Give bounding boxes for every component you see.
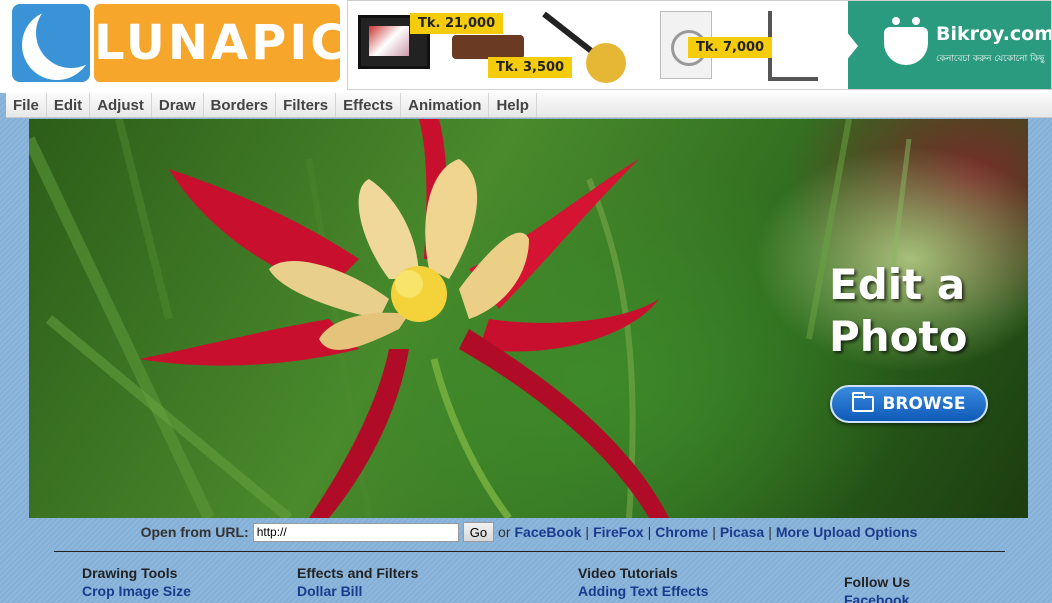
footer-link[interactable]: Dollar Bill (297, 583, 418, 601)
hero-flower-image: Edit a Photo BROWSE (29, 119, 1028, 518)
footer-column-video-tutorials: Video Tutorials Adding Text Effects (578, 565, 708, 601)
brand-tagline: কেনাবেচা করুন যেকোনো কিছু (936, 54, 1045, 64)
footer-column-drawing-tools: Drawing Tools Crop Image Size (82, 565, 191, 601)
logo-text: LUNAPIC (94, 4, 345, 82)
separator: | (712, 524, 716, 540)
hero-title-line1: Edit a (829, 260, 966, 309)
advertisement-banner[interactable]: Tk. 21,000 Tk. 3,500 Tk. 7,000 Bikroy.co… (347, 0, 1052, 90)
lunapic-logo[interactable]: LUNAPIC (12, 4, 345, 82)
separator: | (647, 524, 652, 540)
moon-logo-icon (12, 4, 90, 82)
more-upload-options-link[interactable]: More Upload Options (776, 524, 918, 540)
exercise-bike-image (768, 11, 818, 81)
footer-heading: Video Tutorials (578, 565, 678, 581)
footer-heading: Follow Us (844, 574, 911, 590)
hero-title-line2: Photo (829, 312, 968, 361)
menu-borders[interactable]: Borders (204, 93, 277, 117)
footer-heading: Drawing Tools (82, 565, 178, 581)
facebook-upload-link[interactable]: FaceBook (515, 524, 582, 540)
footer-link[interactable]: Crop Image Size (82, 583, 191, 601)
folder-icon (852, 392, 875, 412)
picasa-upload-link[interactable]: Picasa (720, 524, 764, 540)
menu-help[interactable]: Help (489, 93, 537, 117)
footer-column-effects: Effects and Filters Dollar Bill (297, 565, 418, 601)
menu-edit[interactable]: Edit (47, 93, 91, 117)
site-header: LUNAPIC Tk. 21,000 Tk. 3,500 Tk. 7,000 B… (0, 0, 1052, 93)
guitar-neck-image (542, 11, 594, 54)
divider (54, 551, 1005, 552)
chrome-upload-link[interactable]: Chrome (655, 524, 708, 540)
menu-file[interactable]: File (6, 93, 47, 117)
menu-bar: File Edit Adjust Draw Borders Filters Ef… (6, 93, 1052, 118)
browse-label: BROWSE (882, 394, 966, 414)
menu-draw[interactable]: Draw (152, 93, 204, 117)
open-from-url-row: Open from URL: Go or FaceBook | FireFox … (0, 521, 1052, 543)
open-from-url-label: Open from URL: (140, 524, 249, 540)
ad-brand-panel[interactable]: Bikroy.com কেনাবেচা করুন যেকোনো কিছু (846, 1, 1052, 89)
browse-button[interactable]: BROWSE (830, 385, 988, 423)
url-input[interactable] (252, 522, 459, 542)
menu-animation[interactable]: Animation (401, 93, 490, 117)
footer-link[interactable]: Facebook (844, 592, 910, 603)
smiley-brand-icon (884, 17, 928, 65)
footer-heading: Effects and Filters (297, 565, 419, 581)
separator: | (585, 524, 590, 540)
sofa-image (452, 35, 524, 59)
go-button[interactable]: Go (462, 522, 495, 542)
menu-adjust[interactable]: Adjust (90, 93, 152, 117)
price-tag: Tk. 21,000 (410, 13, 504, 34)
price-tag: Tk. 3,500 (488, 57, 573, 78)
guitar-image (586, 43, 626, 83)
firefox-upload-link[interactable]: FireFox (593, 524, 644, 540)
footer-column-follow-us: Follow Us Facebook (844, 574, 910, 603)
menu-filters[interactable]: Filters (276, 93, 337, 117)
hero-title: Edit a Photo (829, 259, 1009, 363)
menu-effects[interactable]: Effects (336, 93, 402, 117)
price-tag: Tk. 7,000 (688, 37, 773, 58)
chevron-right-icon (846, 31, 858, 61)
or-text: or (498, 524, 511, 540)
brand-name: Bikroy.com (936, 23, 1052, 45)
footer-link[interactable]: Adding Text Effects (578, 583, 708, 601)
separator: | (768, 524, 772, 540)
